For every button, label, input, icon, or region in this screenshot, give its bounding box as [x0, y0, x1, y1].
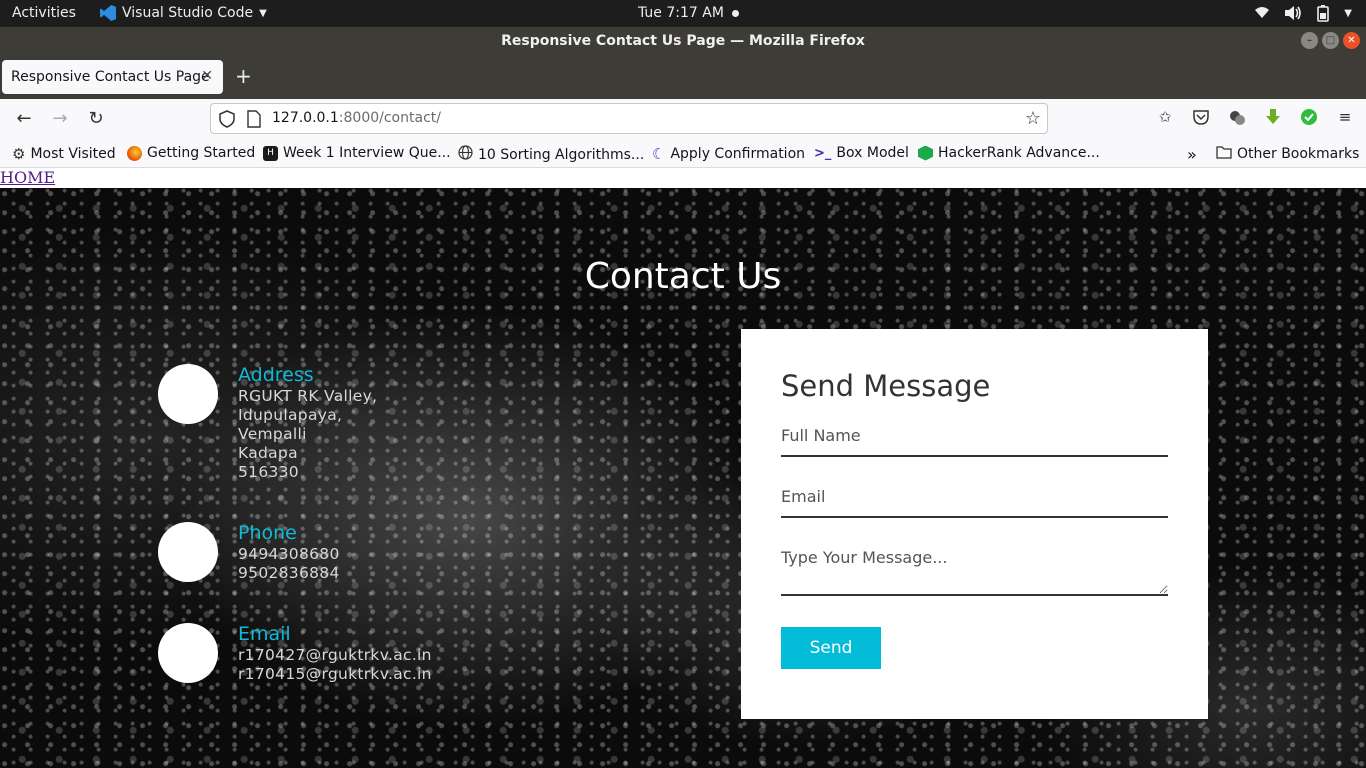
back-icon[interactable]: ← — [13, 108, 35, 130]
bookmark-label: Week 1 Interview Que... — [283, 145, 451, 161]
other-bookmarks-label: Other Bookmarks — [1237, 146, 1360, 162]
phone-heading: Phone — [238, 522, 297, 544]
clock[interactable]: Tue 7:17 AM — [638, 5, 739, 21]
contact-form: Send Message Send — [741, 329, 1208, 719]
hamburger-menu-icon[interactable]: ≡ — [1336, 108, 1354, 126]
tab-contact-page[interactable]: Responsive Contact Us Page ✕ — [2, 60, 223, 94]
email-field[interactable] — [781, 487, 1168, 518]
bookmark-apply-confirmation[interactable]: ☾ Apply Confirmation — [652, 145, 805, 163]
address-line: 516330 — [238, 463, 299, 481]
maximize-icon[interactable]: □ — [1322, 32, 1339, 49]
close-tab-icon[interactable]: ✕ — [201, 68, 213, 84]
new-tab-icon[interactable]: + — [235, 64, 252, 88]
tab-strip: Responsive Contact Us Page ✕ + — [0, 55, 1366, 99]
bookmark-hackerrank[interactable]: HackerRank Advance... — [918, 145, 1100, 161]
window-titlebar: Responsive Contact Us Page — Mozilla Fir… — [0, 27, 1366, 55]
volume-icon — [1284, 5, 1302, 21]
clock-label: Tue 7:17 AM — [638, 5, 724, 21]
address-line: RGUKT RK Valley, — [238, 387, 378, 405]
phone-icon-circle — [158, 522, 218, 582]
navigation-toolbar: ← → ↻ 127.0.0.1:8000/contact/ ☆ ✩ ≡ — [0, 99, 1366, 139]
bookmark-label: Apply Confirmation — [670, 146, 806, 162]
email-icon-circle — [158, 623, 218, 683]
bookmark-label: Most Visited — [30, 146, 116, 162]
battery-icon — [1316, 4, 1330, 22]
bookmark-most-visited[interactable]: ⚙ Most Visited — [12, 145, 116, 163]
email-address: r170415@rguktrkv.ac.in — [238, 665, 432, 683]
download-icon[interactable] — [1264, 108, 1282, 126]
moon-icon: ☾ — [652, 145, 666, 163]
address-icon-circle — [158, 364, 218, 424]
address-line: Vempalli — [238, 425, 307, 443]
address-heading: Address — [238, 364, 314, 386]
system-tray[interactable]: ▼ — [1254, 4, 1352, 22]
check-extension-icon[interactable] — [1300, 108, 1318, 126]
chevron-down-icon: ▼ — [259, 7, 267, 19]
bookmarks-overflow-icon[interactable]: » — [1187, 145, 1197, 164]
tab-label: Responsive Contact Us Page — [11, 69, 210, 85]
app-menu-label: Visual Studio Code — [122, 5, 254, 21]
window-controls: – □ ✕ — [1301, 32, 1360, 49]
bookmark-sorting[interactable]: 10 Sorting Algorithms... — [458, 145, 644, 164]
toolbar-icons: ✩ ≡ — [1156, 108, 1354, 126]
app-menu[interactable]: Visual Studio Code ▼ — [100, 5, 267, 21]
globe-icon — [458, 145, 473, 164]
url-host: 127.0.0.1 — [272, 110, 339, 126]
notification-dot-icon — [731, 9, 739, 17]
page-info-icon[interactable] — [247, 110, 261, 132]
home-nav: HOME — [0, 168, 1366, 188]
bookmarks-toolbar: ⚙ Most Visited Getting Started H Week 1 … — [0, 139, 1366, 168]
forward-icon[interactable]: → — [49, 108, 71, 130]
bookmarks-list-icon[interactable]: ✩ — [1156, 108, 1174, 126]
url-bar[interactable]: 127.0.0.1:8000/contact/ ☆ — [210, 103, 1048, 134]
email-heading: Email — [238, 623, 291, 645]
email-lines: r170427@rguktrkv.ac.in r170415@rguktrkv.… — [238, 646, 432, 684]
url-path: :8000/contact/ — [338, 110, 441, 126]
bookmark-week1[interactable]: H Week 1 Interview Que... — [263, 145, 451, 161]
bookmark-label: 10 Sorting Algorithms... — [478, 146, 645, 163]
wifi-icon — [1254, 5, 1270, 21]
bookmark-star-icon[interactable]: ☆ — [1025, 108, 1041, 129]
bookmark-label: HackerRank Advance... — [938, 145, 1100, 161]
window-title: Responsive Contact Us Page — Mozilla Fir… — [501, 33, 865, 49]
close-window-icon[interactable]: ✕ — [1343, 32, 1360, 49]
hackerrank-icon — [918, 145, 933, 161]
bookmark-label: Box Model — [836, 145, 909, 161]
gear-icon: ⚙ — [12, 145, 26, 163]
phone-number: 9502836884 — [238, 564, 340, 582]
page-viewport: HOME Contact Us Address RGUKT RK Valley,… — [0, 168, 1366, 768]
phone-lines: 9494308680 9502836884 — [238, 545, 340, 583]
activities-button[interactable]: Activities — [12, 5, 76, 21]
firefox-icon — [127, 145, 142, 161]
pocket-icon[interactable] — [1192, 108, 1210, 126]
chevron-double-right-icon: » — [1187, 145, 1197, 164]
address-line: Kadapa — [238, 444, 298, 462]
address-lines: RGUKT RK Valley, Idupulapaya, Vempalli K… — [238, 387, 377, 482]
address-line: Idupulapaya, — [238, 406, 343, 424]
reload-icon[interactable]: ↻ — [85, 108, 107, 130]
form-heading: Send Message — [781, 369, 991, 403]
send-button[interactable]: Send — [781, 627, 881, 669]
vscode-icon — [100, 5, 116, 21]
page-title: Contact Us — [584, 256, 782, 297]
extension-icon[interactable] — [1228, 108, 1246, 126]
email-address: r170427@rguktrkv.ac.in — [238, 646, 432, 664]
bookmark-getting-started[interactable]: Getting Started — [127, 145, 255, 161]
hackerearth-icon: H — [263, 145, 278, 161]
minimize-icon[interactable]: – — [1301, 32, 1318, 49]
other-bookmarks[interactable]: Other Bookmarks — [1216, 145, 1359, 163]
shield-icon[interactable] — [219, 110, 235, 132]
message-field[interactable] — [781, 548, 1168, 596]
folder-icon — [1216, 145, 1232, 163]
full-name-field[interactable] — [781, 426, 1168, 457]
phone-number: 9494308680 — [238, 545, 340, 563]
system-top-bar: Activities Visual Studio Code ▼ Tue 7:17… — [0, 0, 1366, 27]
chevron-down-icon: ▼ — [1344, 7, 1352, 19]
bookmark-box-model[interactable]: >_ Box Model — [814, 145, 909, 161]
home-link[interactable]: HOME — [0, 168, 55, 187]
bookmark-label: Getting Started — [147, 145, 256, 161]
contact-section: Contact Us Address RGUKT RK Valley, Idup… — [0, 188, 1366, 768]
prompt-icon: >_ — [814, 145, 832, 161]
url-text[interactable]: 127.0.0.1:8000/contact/ — [272, 110, 441, 126]
